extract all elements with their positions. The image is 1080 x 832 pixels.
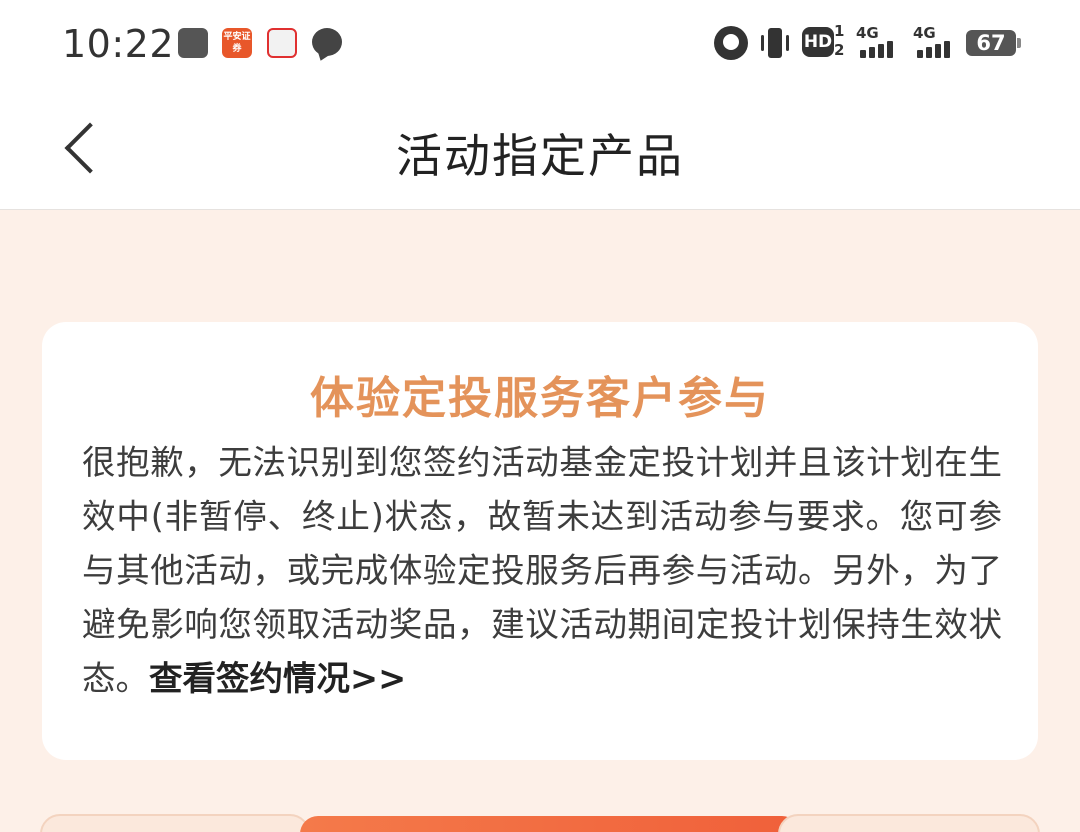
signal-label: 4G [856,24,879,42]
battery-icon: 67 [966,30,1021,56]
red-app-icon [267,28,297,58]
pingan-securities-icon: 平安证券 [222,28,252,58]
alarm-icon [714,26,748,60]
vibrate-icon [760,28,790,58]
page-title: 活动指定产品 [396,129,684,183]
status-bar: 10:22 平安证券 HD 12 4G 4G 67 [0,0,1080,90]
primary-action-button[interactable] [300,816,800,832]
signal-4g-icon: 4G [856,24,900,58]
nav-bar: 活动指定产品 [0,90,1080,210]
right-option-button[interactable] [778,814,1040,832]
hd-sim-index: 12 [834,22,845,59]
signal-label: 4G [913,24,936,42]
signal-4g-icon: 4G [913,24,957,58]
status-time: 10:22 [62,22,175,66]
notice-card: 体验定投服务客户参与 很抱歉，无法识别到您签约活动基金定投计划并且该计划在生效中… [42,322,1038,760]
card-body: 很抱歉，无法识别到您签约活动基金定投计划并且该计划在生效中(非暂停、终止)状态，… [82,436,1002,706]
hd-icon: HD [802,27,834,57]
card-title: 体验定投服务客户参与 [310,373,770,424]
left-option-button[interactable] [40,814,310,832]
view-signing-link[interactable]: 查看签约情况>> [149,659,406,698]
scissors-app-icon [178,28,208,58]
bottom-action-strip [40,814,1040,832]
chat-bubble-icon [312,28,342,56]
